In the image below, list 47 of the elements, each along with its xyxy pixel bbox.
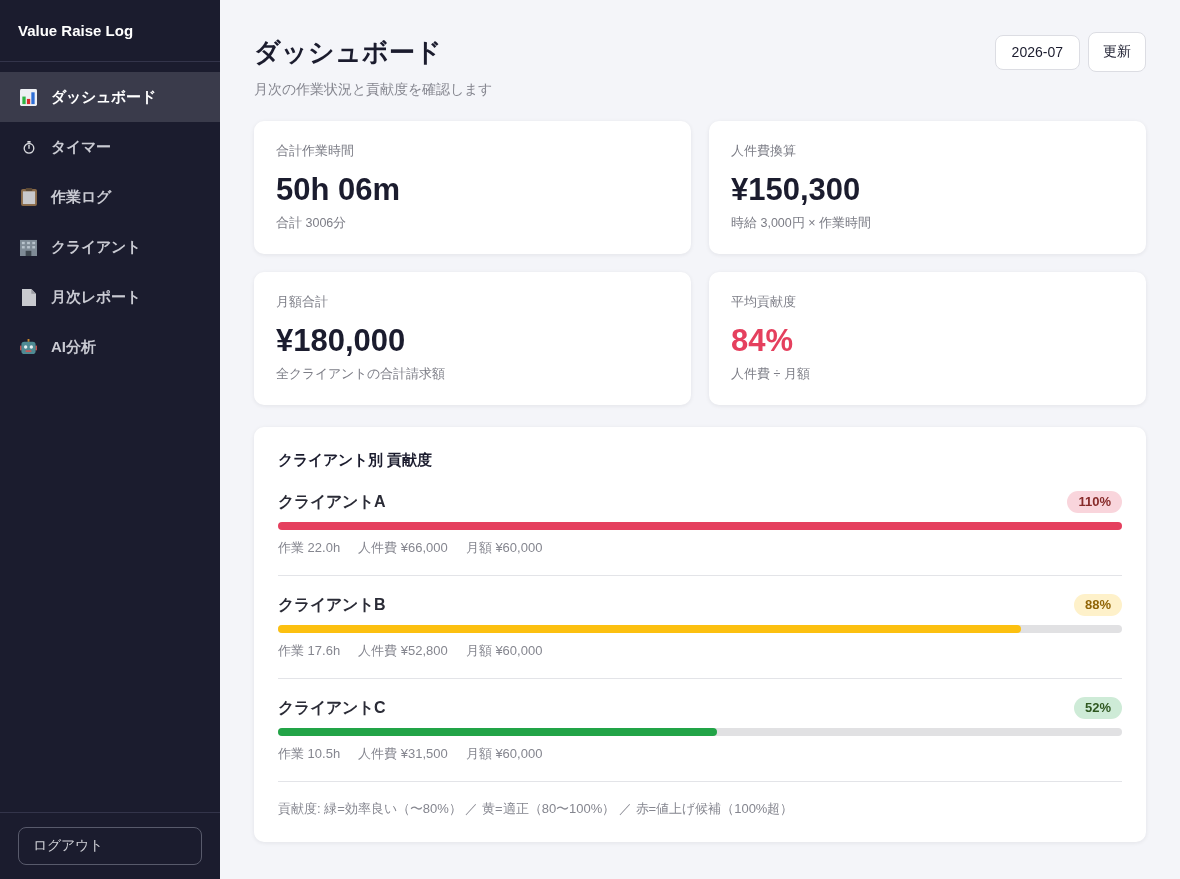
stat-label: 平均貢献度 <box>731 293 797 311</box>
stat-note: 人件費 ÷ 月額 <box>731 366 811 383</box>
monthly-fee-text: 月額 ¥60,000 <box>465 539 543 557</box>
robot-icon <box>20 338 37 356</box>
page-subtitle: 月次の作業状況と貢献度を確認します <box>254 80 492 99</box>
stopwatch-icon <box>22 140 35 154</box>
hours-text: 作業 22.0h <box>278 539 341 557</box>
client-name: クライアントA <box>278 491 386 512</box>
nav-item[interactable]: 作業ログ <box>0 172 220 222</box>
legend-text: 貢献度: 緑=効率良い（〜80%） ／ 黄=適正（80〜100%） ／ 赤=値上げ候補（100%超） <box>278 800 795 818</box>
stat-value: ¥150,300 <box>731 171 862 209</box>
stat-label: 人件費換算 <box>731 142 797 160</box>
refresh-button[interactable]: 更新 <box>1088 32 1146 72</box>
stat-value: 84% <box>731 322 795 360</box>
client-name: クライアントC <box>278 697 386 718</box>
labor-cost-text: 人件費 ¥31,500 <box>358 745 448 763</box>
percent-badge: 88% <box>1073 594 1122 616</box>
nav-item[interactable]: AI分析 <box>0 322 220 372</box>
hours-text: 作業 10.5h <box>278 745 341 763</box>
page-title: ダッシュボード <box>254 36 443 69</box>
stat-value: ¥180,000 <box>276 322 407 360</box>
stat-note: 全クライアントの合計請求額 <box>276 366 446 383</box>
stat-value: 50h 06m <box>276 171 402 209</box>
nav-item[interactable]: タイマー <box>0 122 220 172</box>
stat-note: 合計 3006分 <box>276 215 348 232</box>
logout-button[interactable]: ログアウト <box>18 827 202 865</box>
stat-label: 月額合計 <box>276 293 329 311</box>
monthly-fee-text: 月額 ¥60,000 <box>465 745 543 763</box>
stat-label: 合計作業時間 <box>276 142 355 160</box>
app-name: Value Raise Log <box>18 22 134 39</box>
document-icon <box>21 288 36 306</box>
percent-badge: 52% <box>1073 697 1122 719</box>
nav-item[interactable]: 月次レポート <box>0 272 220 322</box>
clipboard-icon <box>20 188 37 206</box>
bar-chart-icon <box>20 88 37 106</box>
nav-item[interactable]: クライアント <box>0 222 220 272</box>
stat-note: 時給 3,000円 × 作業時間 <box>731 215 872 232</box>
nav-item[interactable]: ダッシュボード <box>0 72 220 122</box>
building-icon <box>20 238 37 256</box>
section-title: クライアント別 貢献度 <box>278 450 434 470</box>
labor-cost-text: 人件費 ¥52,800 <box>358 642 448 660</box>
labor-cost-text: 人件費 ¥66,000 <box>358 539 448 557</box>
hours-text: 作業 17.6h <box>278 642 341 660</box>
month-field[interactable]: 2026-07 <box>994 34 1080 70</box>
monthly-fee-text: 月額 ¥60,000 <box>465 642 543 660</box>
percent-badge: 110% <box>1067 491 1122 513</box>
client-name: クライアントB <box>278 594 386 615</box>
